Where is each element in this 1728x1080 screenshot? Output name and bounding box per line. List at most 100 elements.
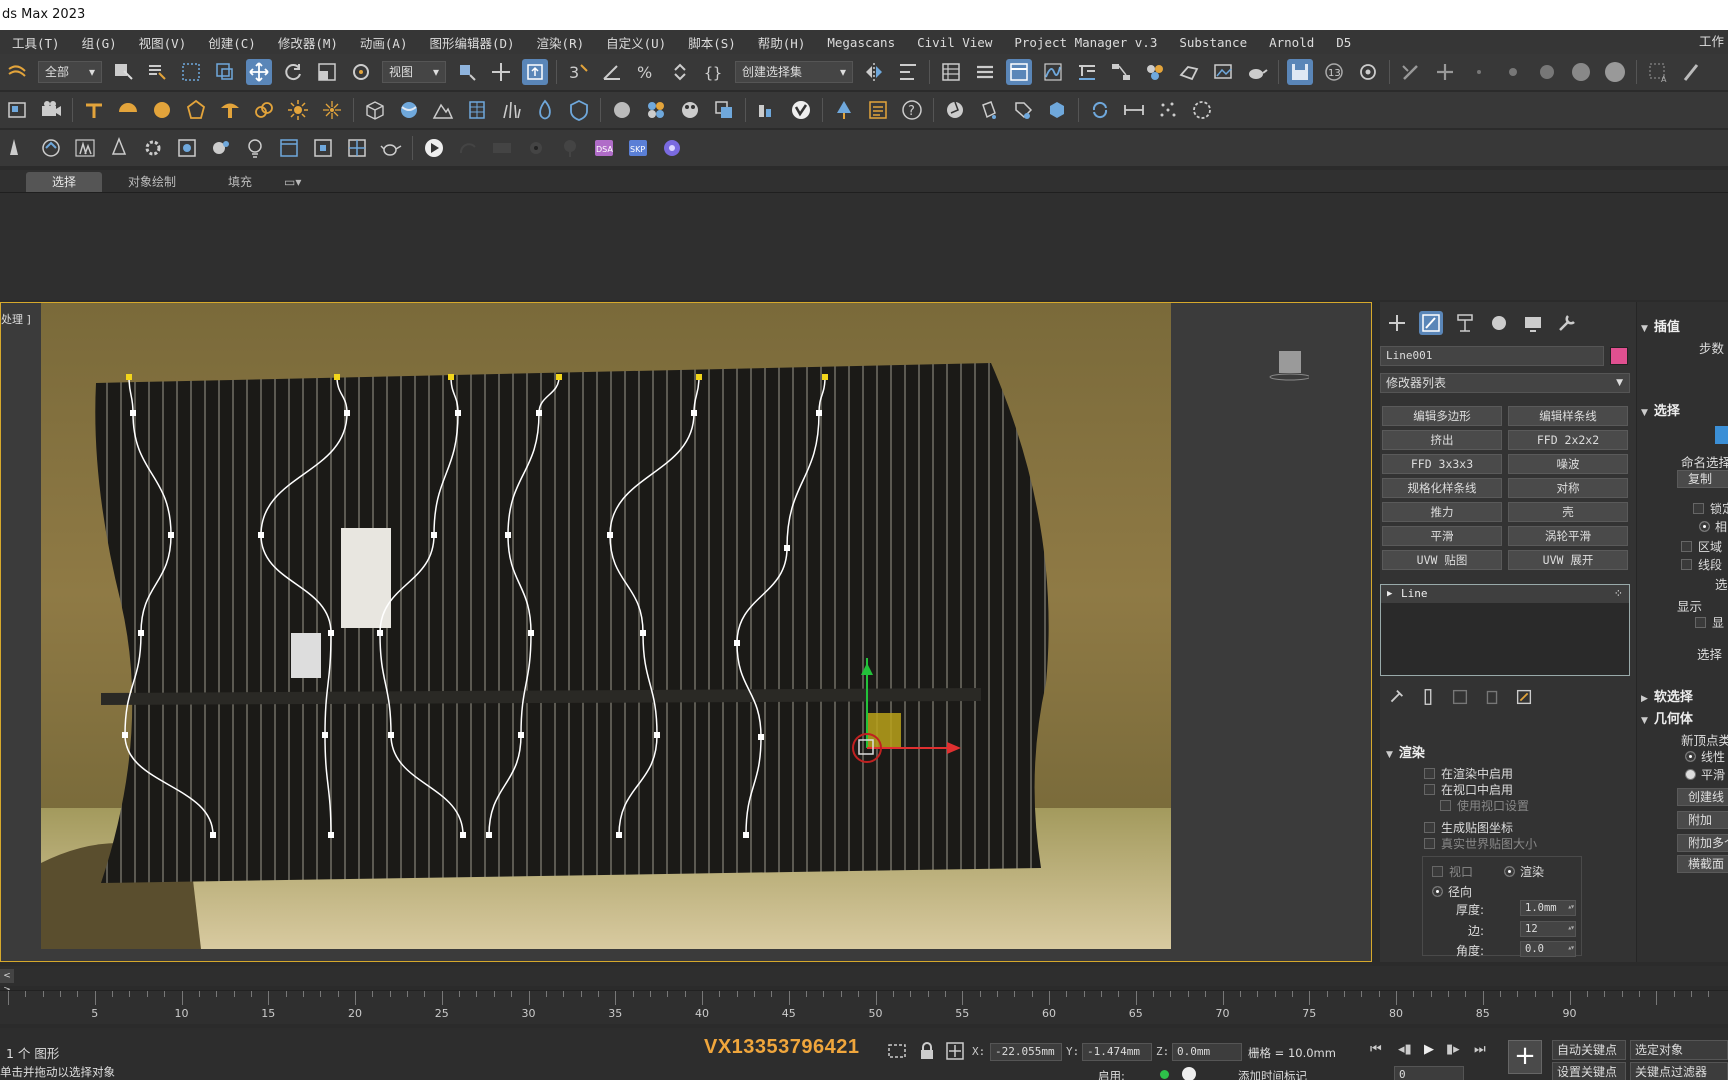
dashed-circle-icon[interactable] [1189, 97, 1215, 123]
menu-tools[interactable]: 工具(T) [0, 33, 71, 52]
y-coord-field[interactable]: -1.474mm [1082, 1043, 1152, 1061]
render-rollout-header[interactable]: ▼ 渲染 [1386, 742, 1425, 761]
display-tab-icon[interactable] [1521, 311, 1545, 335]
create-tab-icon[interactable] [1385, 311, 1409, 335]
attach-button[interactable]: 附加 [1677, 811, 1728, 829]
spline-vertex[interactable] [528, 630, 534, 636]
menu-civil-view[interactable]: Civil View [906, 35, 1003, 50]
flower-icon[interactable] [643, 97, 669, 123]
edit-named-sets-icon[interactable]: {} [701, 59, 727, 85]
refresh-icon[interactable] [1355, 59, 1381, 85]
area-checkbox[interactable]: 区域 [1681, 538, 1722, 555]
rotate-icon[interactable] [280, 59, 306, 85]
spline-first-vertex[interactable] [822, 374, 828, 380]
umbrella-icon[interactable] [115, 97, 141, 123]
window-crossing-icon[interactable] [212, 59, 238, 85]
layer-explorer-icon[interactable] [972, 59, 998, 85]
menu-graph-editors[interactable]: 图形编辑器(D) [418, 33, 525, 52]
tab-object-paint[interactable]: 对象绘制 [102, 172, 202, 192]
tree-small-icon[interactable] [4, 135, 30, 161]
set-key-plus-button[interactable]: + [1508, 1040, 1542, 1074]
current-frame-field[interactable]: 0 [1394, 1066, 1464, 1080]
forest-icon[interactable] [72, 135, 98, 161]
move-icon[interactable] [246, 59, 272, 85]
perspective-viewport[interactable]: 处理 ] [0, 302, 1372, 962]
material-ball-icon[interactable] [396, 97, 422, 123]
show-end-result-icon[interactable] [1418, 687, 1438, 707]
selected-object-dropdown[interactable]: 选定对象 [1630, 1040, 1728, 1060]
menu-view[interactable]: 视图(V) [128, 33, 198, 52]
grid-frame-icon[interactable] [310, 135, 336, 161]
tree-icon[interactable] [831, 97, 857, 123]
text-grid-icon[interactable]: A [1645, 59, 1671, 85]
measure-icon[interactable] [1121, 97, 1147, 123]
spline-vertex[interactable] [518, 732, 524, 738]
modifier-button-noise[interactable]: 噪波 [1508, 454, 1628, 474]
modifier-button-symmetry[interactable]: 对称 [1508, 478, 1628, 498]
time-slider-handle[interactable]: < > [0, 969, 14, 995]
skp-file-icon[interactable]: SKP [625, 135, 651, 161]
menu-megascans[interactable]: Megascans [816, 35, 906, 50]
menu-d5[interactable]: D5 [1325, 35, 1362, 50]
viewport-option-checkbox[interactable]: 视口 [1432, 863, 1473, 880]
modifier-button-normalize-spline[interactable]: 规格化样条线 [1382, 478, 1502, 498]
paint-palette-icon[interactable] [677, 97, 703, 123]
spline-vertex[interactable] [168, 532, 174, 538]
copy-button[interactable]: 复制 [1677, 470, 1728, 488]
geosphere-icon[interactable] [183, 97, 209, 123]
select-object-icon[interactable] [110, 59, 136, 85]
angle-spinner[interactable]: 0.0 [1520, 941, 1576, 957]
viewport-label[interactable]: 处理 ] [1, 311, 31, 327]
sphere-light-icon[interactable] [149, 97, 175, 123]
modifier-list-dropdown[interactable]: 修改器列表 ▼ [1380, 373, 1630, 393]
scale-icon[interactable] [314, 59, 340, 85]
sunburst-icon[interactable] [319, 97, 345, 123]
spline-vertex[interactable] [607, 532, 613, 538]
spline-vertex[interactable] [486, 832, 492, 838]
bars-icon[interactable] [754, 97, 780, 123]
menu-modifiers[interactable]: 修改器(M) [267, 33, 349, 52]
motion-tab-icon[interactable] [1487, 311, 1511, 335]
fire-icon[interactable] [532, 97, 558, 123]
set-key-button[interactable]: 设置关键点 [1552, 1062, 1626, 1080]
keyboard-shortcut-icon[interactable] [522, 59, 548, 85]
spline-first-vertex[interactable] [556, 374, 562, 380]
modifier-button-edit-poly[interactable]: 编辑多边形 [1382, 406, 1502, 426]
status-white-dot[interactable] [1182, 1067, 1196, 1080]
light-spot-icon[interactable] [81, 97, 107, 123]
media-play-icon[interactable] [421, 135, 447, 161]
thickness-spinner[interactable]: 1.0mm [1520, 900, 1576, 916]
teapot-icon[interactable] [378, 135, 404, 161]
lightbulb-icon[interactable] [242, 135, 268, 161]
cross-section-button[interactable]: 横截面 [1677, 855, 1728, 873]
expand-triangle-icon[interactable]: ▶ [1387, 585, 1392, 603]
use-viewport-settings-checkbox[interactable]: 使用视口设置 [1440, 797, 1529, 814]
modifier-button-extrude[interactable]: 挤出 [1382, 430, 1502, 450]
render-option-radio[interactable]: 渲染 [1504, 863, 1544, 880]
menu-customize[interactable]: 自定义(U) [595, 33, 677, 52]
linear-radio[interactable]: 线性 [1685, 748, 1725, 765]
lock-selection-icon[interactable] [916, 1040, 938, 1062]
named-selection-dropdown[interactable]: 创建选择集 ▾ [735, 61, 853, 83]
paint-bucket-icon[interactable] [976, 97, 1002, 123]
ribbon-options-icon[interactable]: ▭▾ [278, 172, 307, 192]
workspace-label[interactable]: 工作 [1699, 30, 1728, 54]
menu-help[interactable]: 帮助(H) [747, 33, 817, 52]
geometry-rollout-header[interactable]: ▼ 几何体 [1641, 708, 1693, 727]
frame-icon[interactable] [276, 135, 302, 161]
radial-radio[interactable]: 径向 [1432, 883, 1472, 900]
hierarchy-tab-icon[interactable] [1453, 311, 1477, 335]
spline-vertex[interactable] [536, 410, 542, 416]
menu-scripting[interactable]: 脚本(S) [677, 33, 747, 52]
create-line-button[interactable]: 创建线 [1677, 788, 1728, 806]
previous-frame-icon[interactable]: ◂▮ [1398, 1042, 1412, 1057]
dope-sheet-icon[interactable] [1074, 59, 1100, 85]
spline-vertex[interactable] [258, 532, 264, 538]
viewcube[interactable] [1269, 345, 1311, 385]
undo-icon[interactable] [4, 59, 30, 85]
object-color-swatch[interactable] [1610, 347, 1628, 365]
isolate-icon[interactable] [886, 1040, 908, 1062]
menu-group[interactable]: 组(G) [71, 33, 128, 52]
gray-sphere-icon[interactable] [609, 97, 635, 123]
modifier-button-uvw-unwrap[interactable]: UVW 展开 [1508, 550, 1628, 570]
